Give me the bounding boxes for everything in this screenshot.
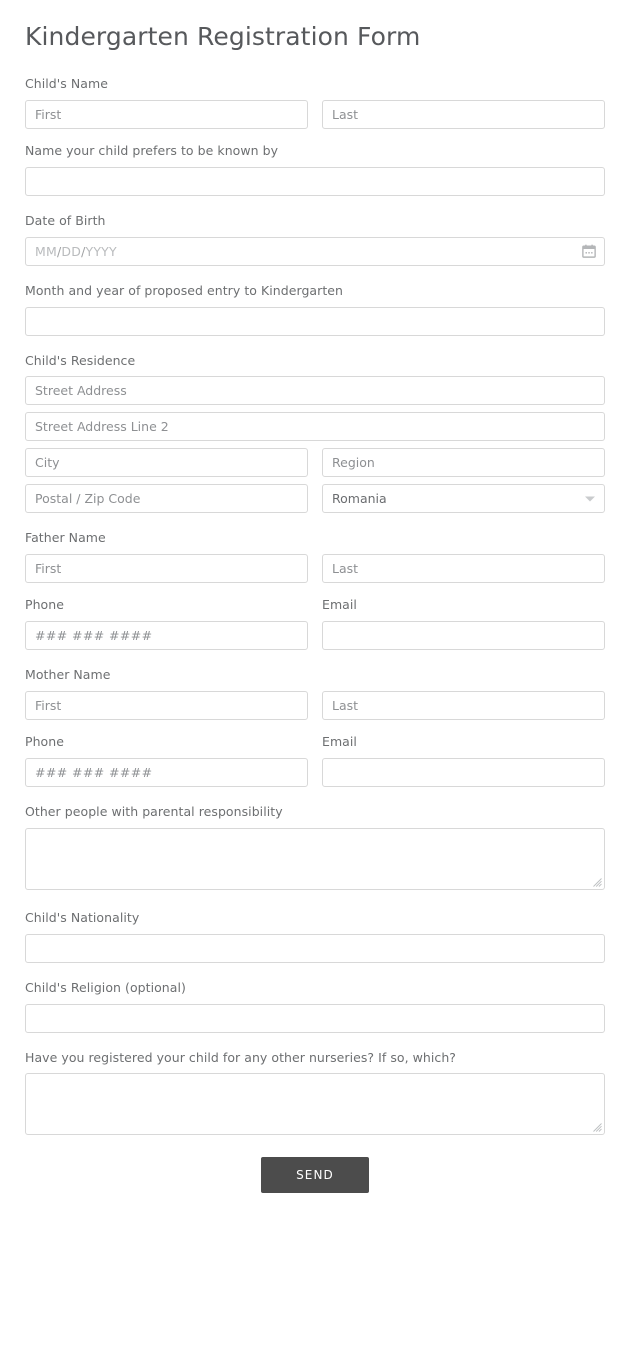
preferred-name-input[interactable] — [25, 166, 605, 196]
other-parental-responsibility-textarea[interactable] — [25, 827, 605, 890]
label-other-parental-responsibility: Other people with parental responsibilit… — [25, 803, 283, 819]
label-father-email: Email — [322, 597, 357, 613]
field-child-nationality: Child's Nationality — [25, 910, 605, 963]
mother-first-name-input[interactable] — [25, 691, 308, 720]
label-other-nurseries: Have you registered your child for any o… — [25, 1049, 456, 1065]
label-child-residence: Child's Residence — [25, 352, 136, 368]
label-mother-phone: Phone — [25, 734, 64, 749]
postal-code-input[interactable] — [25, 484, 308, 514]
field-child-residence: Child's Residence — [25, 353, 605, 514]
father-email-input[interactable] — [322, 621, 605, 651]
date-of-birth-input[interactable] — [25, 236, 605, 266]
registration-form: Kindergarten Registration Form Child's N… — [0, 0, 630, 1194]
label-mother-name: Mother Name — [25, 667, 111, 683]
field-other-nurseries: Have you registered your child for any o… — [25, 1050, 605, 1136]
entry-month-year-input[interactable] — [25, 306, 605, 336]
field-father-name: Father Name — [25, 530, 605, 584]
father-first-name-input[interactable] — [25, 554, 308, 584]
field-child-name: Child's Name — [25, 76, 605, 129]
label-preferred-name: Name your child prefers to be known by — [25, 142, 279, 158]
child-religion-input[interactable] — [25, 1003, 605, 1033]
label-father-name: Father Name — [25, 530, 106, 546]
field-date-of-birth: Date of Birth MM / DD / YYYY — [25, 213, 605, 266]
submit-row: SEND — [25, 1157, 605, 1194]
field-other-parental-responsibility: Other people with parental responsibilit… — [25, 804, 605, 890]
mother-phone-input[interactable] — [25, 757, 308, 787]
father-last-name-input[interactable] — [322, 554, 605, 584]
father-phone-input[interactable] — [25, 621, 308, 651]
send-button[interactable]: SEND — [261, 1157, 369, 1194]
other-nurseries-textarea[interactable] — [25, 1073, 605, 1136]
region-input[interactable] — [322, 448, 605, 478]
street-address-input[interactable] — [25, 376, 605, 406]
field-preferred-name: Name your child prefers to be known by — [25, 143, 605, 196]
field-mother-contact: Phone Email — [25, 734, 605, 787]
field-father-contact: Phone Email — [25, 597, 605, 651]
label-date-of-birth: Date of Birth — [25, 212, 106, 228]
label-child-religion: Child's Religion (optional) — [25, 979, 186, 995]
mother-email-input[interactable] — [322, 757, 605, 787]
field-entry-month-year: Month and year of proposed entry to Kind… — [25, 283, 605, 336]
page-title: Kindergarten Registration Form — [25, 22, 421, 51]
child-first-name-input[interactable] — [25, 99, 308, 129]
child-nationality-input[interactable] — [25, 933, 605, 963]
field-child-religion: Child's Religion (optional) — [25, 980, 605, 1033]
child-last-name-input[interactable] — [322, 99, 605, 129]
label-father-phone: Phone — [25, 597, 64, 613]
field-mother-name: Mother Name — [25, 667, 605, 720]
label-mother-email: Email — [322, 734, 357, 749]
city-input[interactable] — [25, 448, 308, 478]
label-child-nationality: Child's Nationality — [25, 909, 140, 925]
street-address-line2-input[interactable] — [25, 412, 605, 442]
mother-last-name-input[interactable] — [322, 691, 605, 720]
label-entry-month-year: Month and year of proposed entry to Kind… — [25, 282, 343, 298]
country-select[interactable] — [322, 484, 605, 514]
label-child-name: Child's Name — [25, 76, 108, 91]
